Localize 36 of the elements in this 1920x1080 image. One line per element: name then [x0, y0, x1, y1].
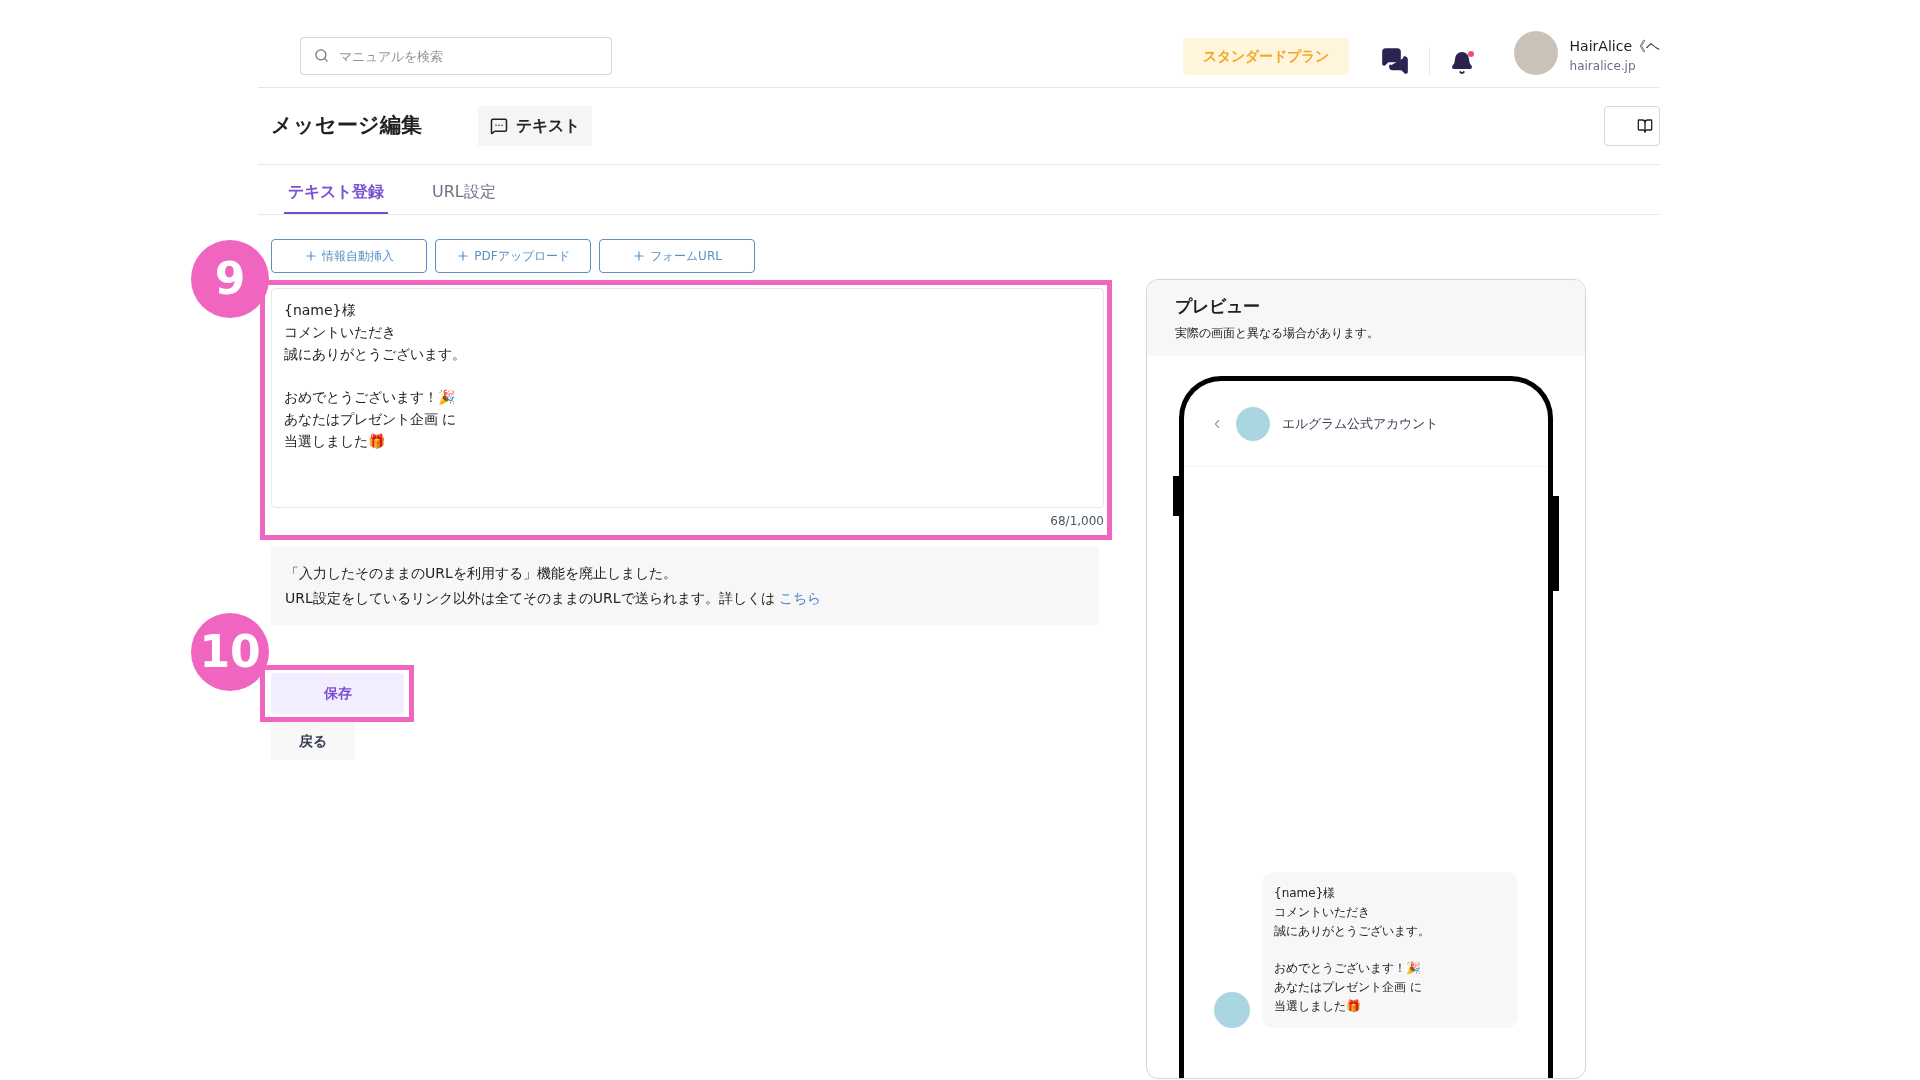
message-text: {name}様 コメントいただき 誠にありがとうございます。 おめでとうございます！🎉 あなたはプレゼント企画 に 当選しました🎁 [284, 301, 467, 451]
account-avatar [1214, 992, 1250, 1028]
bell-icon[interactable] [1449, 51, 1474, 75]
search-field[interactable]: マニュアルを検索 [300, 37, 612, 75]
user-domain: hairalice.jp [1569, 58, 1637, 75]
plus-icon [632, 249, 647, 263]
account-avatar [1236, 406, 1270, 441]
save-button[interactable]: 保存 [271, 673, 404, 714]
book-button[interactable] [1604, 106, 1660, 146]
notice-text: 「入力したそのままのURLを利用する」機能を廃止しました。 [285, 564, 678, 583]
character-counter: 68/1,000 [1050, 513, 1104, 530]
book-icon [1637, 118, 1653, 134]
search-icon [314, 48, 329, 63]
tab[interactable]: URL設定 [428, 180, 500, 214]
tab[interactable]: テキスト登録 [284, 180, 388, 214]
back-button[interactable]: 戻る [271, 722, 355, 760]
notice-text: URL設定をしているリンク以外は全てそのままのURLで送られます。詳しくは [285, 590, 776, 606]
page-title: メッセージ編集 [271, 112, 423, 140]
details-link[interactable]: こちら [779, 590, 821, 606]
account-name: エルグラム公式アカウント [1282, 414, 1438, 433]
insert-button[interactable]: フォームURL [599, 239, 755, 273]
insert-button[interactable]: PDFアップロード [435, 239, 591, 273]
preview-subtitle: 実際の画面と異なる場合があります。 [1175, 324, 1380, 342]
plan-badge: スタンダードプラン [1182, 38, 1349, 75]
message-icon [490, 117, 508, 135]
insert-button[interactable]: 情報自動挿入 [271, 239, 427, 273]
plus-icon [456, 249, 471, 263]
plus-icon [304, 249, 318, 263]
step-number-badge: 9 [191, 240, 269, 318]
user-name: HairAlice《ヘ [1569, 37, 1660, 56]
preview-title: プレビュー [1175, 295, 1261, 318]
step-number-badge: 10 [191, 613, 269, 691]
chat-icon[interactable] [1380, 47, 1409, 75]
message-textarea[interactable]: {name}様 コメントいただき 誠にありがとうございます。 おめでとうございます！🎉 あなたはプレゼント企画 に 当選しました🎁 [271, 288, 1104, 508]
message-text: {name}様 コメントいただき 誠にありがとうございます。 おめでとうございます！🎉 あなたはプレゼント企画 に 当選しました🎁 [1274, 885, 1431, 1015]
message-type-label: テキスト [478, 106, 592, 146]
